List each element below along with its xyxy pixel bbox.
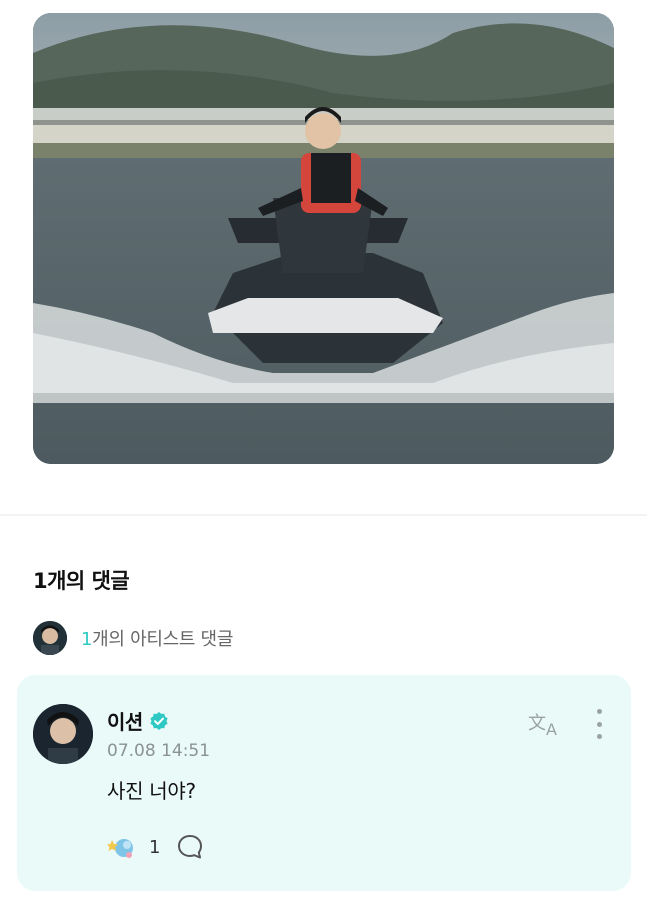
reaction-icon[interactable]: [107, 832, 137, 862]
author-name: 이션: [107, 710, 143, 734]
comment-timestamp: 07.08 14:51: [107, 741, 211, 761]
artist-comment-label: 개의 아티스트 댓글: [92, 629, 234, 650]
section-divider: [0, 514, 647, 516]
reply-bubble-icon[interactable]: [176, 833, 204, 861]
svg-text:A: A: [546, 720, 557, 739]
comment-reactions: 1: [107, 832, 204, 862]
comment-card: 이션 07.08 14:51 사진 너야? 文 A 1: [17, 675, 631, 891]
more-vertical-icon[interactable]: [591, 709, 607, 739]
verified-badge-icon: [150, 711, 168, 730]
like-count: 1: [149, 836, 161, 858]
artist-comments-filter[interactable]: 1개의 아티스트 댓글: [33, 621, 233, 655]
artist-comment-count: 1: [81, 629, 93, 650]
jetski-photo: [33, 13, 614, 464]
artist-avatar: [33, 621, 67, 655]
author-avatar[interactable]: [33, 704, 93, 764]
svg-text:文: 文: [528, 713, 546, 734]
comment-author[interactable]: 이션: [107, 706, 169, 735]
translate-icon[interactable]: 文 A: [527, 709, 563, 739]
comment-text: 사진 너야?: [107, 779, 196, 803]
post-photo[interactable]: [33, 13, 614, 464]
comments-title: 1개의 댓글: [33, 569, 130, 593]
